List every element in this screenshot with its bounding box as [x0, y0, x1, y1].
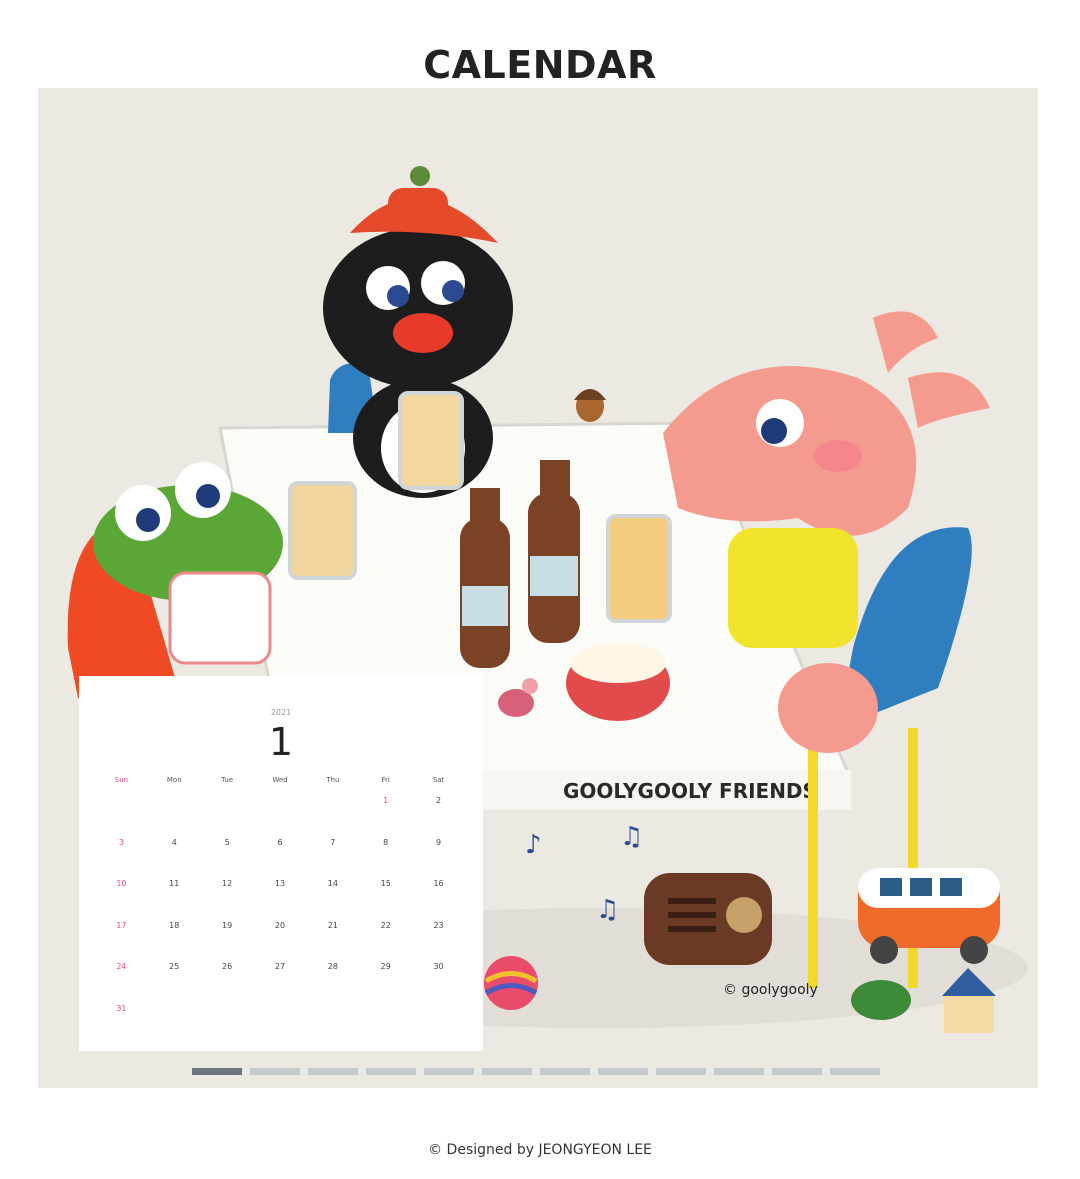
calendar-year: 2021	[270, 708, 292, 717]
page-title: CALENDAR	[423, 43, 657, 88]
calendar-day: 1	[383, 796, 389, 805]
calendar-day: 31	[116, 1003, 127, 1013]
pager-dot-2[interactable]	[250, 1068, 300, 1075]
pager-dot-10[interactable]	[714, 1068, 764, 1075]
calendar-day: 2	[436, 796, 442, 805]
weekday-header: Mon	[166, 776, 182, 784]
calendar-day	[306, 796, 359, 838]
calendar-day	[254, 796, 307, 838]
calendar-day: 4	[171, 837, 177, 847]
pager-dot-4[interactable]	[366, 1068, 416, 1075]
calendar-day: 9	[436, 837, 442, 847]
calendar-day: 28	[327, 962, 338, 972]
calendar-day: 10	[116, 879, 127, 889]
weekday-header: Fri	[381, 776, 390, 784]
calendar-day	[412, 1004, 465, 1046]
calendar-day	[95, 796, 148, 838]
slide-pager	[192, 1068, 880, 1075]
pager-dot-7[interactable]	[540, 1068, 590, 1075]
calendar-day: 23	[433, 920, 444, 930]
calendar-day: 3	[118, 837, 124, 847]
weekday-header: Thu	[326, 776, 340, 784]
calendar-day	[359, 1004, 412, 1046]
calendar-day	[201, 1004, 254, 1046]
calendar-day: 24	[116, 962, 127, 972]
watermark-text: © goolygooly	[723, 982, 818, 998]
calendar-day: 7	[330, 837, 336, 847]
calendar-day: 26	[222, 962, 233, 972]
calendar-day: 22	[380, 920, 391, 930]
pager-dot-9[interactable]	[656, 1068, 706, 1075]
pager-dot-6[interactable]	[482, 1068, 532, 1075]
calendar-day: 5	[224, 837, 230, 847]
weekday-header: Wed	[272, 776, 288, 784]
calendar-day: 19	[222, 920, 233, 930]
calendar-card: 2021 1 Sun Mon Tue Wed Thu Fri Sat 1 2 3 4 5 6 7 8 9 10 1…	[79, 676, 483, 1051]
calendar-day	[201, 796, 254, 838]
calendar-day: 16	[433, 879, 444, 889]
calendar-day: 27	[274, 962, 286, 972]
calendar-slide[interactable]: GOOLYGOOLY FRIENDS ♪ ♫ ♫ © goolygooly 20…	[38, 88, 1038, 1088]
calendar-day: 20	[274, 920, 286, 930]
pager-dot-5[interactable]	[424, 1068, 474, 1075]
calendar-day: 12	[222, 879, 233, 889]
calendar-month: 1	[268, 720, 294, 764]
calendar-day: 11	[169, 879, 180, 889]
footer-credit: © Designed by JEONGYEON LEE	[428, 1142, 652, 1158]
calendar-day	[148, 1004, 201, 1046]
calendar-day: 15	[380, 879, 391, 889]
calendar-day: 30	[433, 962, 444, 972]
pager-dot-1[interactable]	[192, 1068, 242, 1075]
calendar-day	[306, 1004, 359, 1046]
calendar-day: 6	[277, 837, 283, 847]
svg-text:♫: ♫	[596, 895, 619, 925]
calendar-day	[254, 1004, 307, 1046]
weekday-header: Sat	[432, 776, 445, 784]
calendar-day: 17	[116, 920, 127, 930]
weekday-header: Tue	[221, 776, 234, 784]
weekday-header: Sun	[114, 776, 129, 784]
calendar-day: 14	[327, 879, 338, 889]
svg-text:♫: ♫	[620, 822, 643, 852]
calendar-grid: Sun Mon Tue Wed Thu Fri Sat 1 2 3 4 5 6 7 8 9 10 11 12 13 14…	[95, 776, 465, 1046]
calendar-day: 18	[169, 920, 180, 930]
pager-dot-3[interactable]	[308, 1068, 358, 1075]
pager-dot-8[interactable]	[598, 1068, 648, 1075]
calendar-day: 29	[380, 962, 391, 972]
calendar-day: 25	[169, 962, 180, 972]
calendar-day: 13	[274, 879, 286, 889]
table-sign-text: GOOLYGOOLY FRIENDS	[563, 779, 817, 803]
calendar-day: 21	[327, 920, 338, 930]
svg-text:♪: ♪	[525, 830, 542, 860]
calendar-day: 8	[383, 837, 389, 847]
pager-dot-11[interactable]	[772, 1068, 822, 1075]
calendar-day	[148, 796, 201, 838]
pager-dot-12[interactable]	[830, 1068, 880, 1075]
